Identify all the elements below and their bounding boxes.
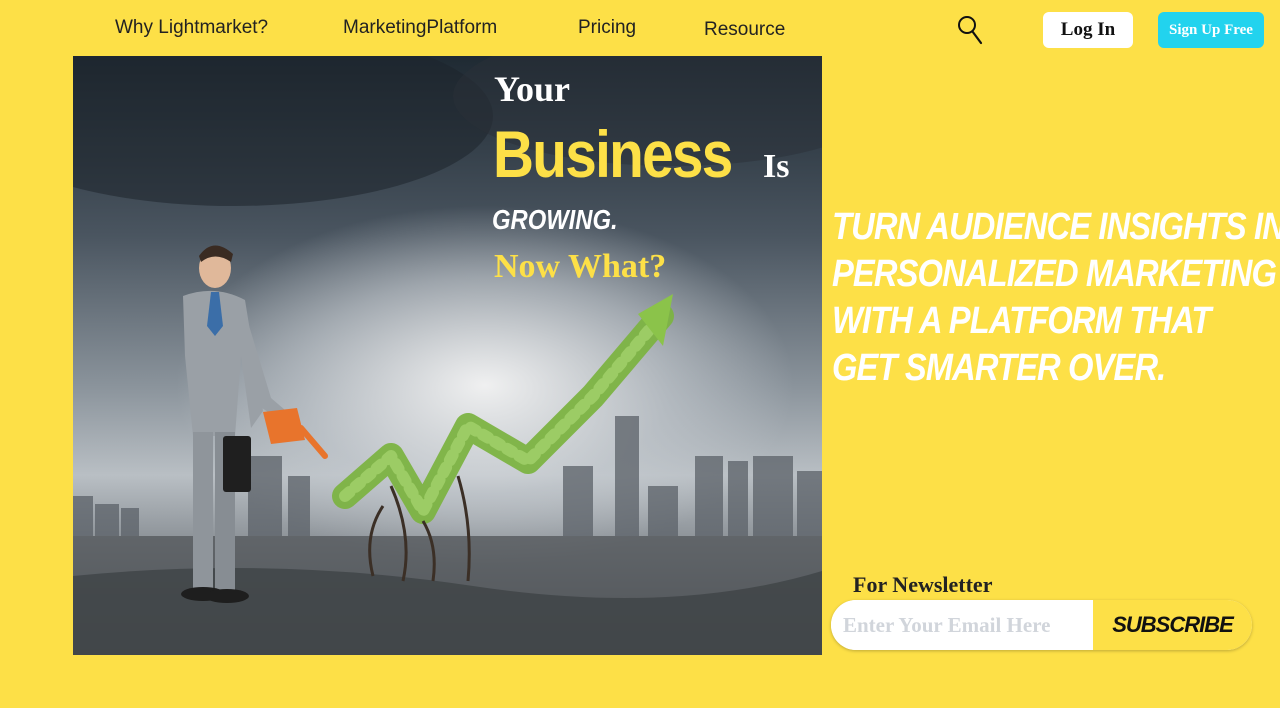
tagline-line: TURN AUDIENCE INSIGHTS INTO bbox=[832, 206, 1280, 248]
newsletter-form: SUBSCRIBE bbox=[831, 600, 1252, 650]
search-icon[interactable] bbox=[956, 14, 984, 46]
hero-heading-is: Is bbox=[763, 148, 790, 185]
hero-heading-business: Business bbox=[493, 117, 733, 191]
nav-link-pricing[interactable]: Pricing bbox=[578, 17, 636, 39]
tagline-line: WITH A PLATFORM THAT bbox=[832, 300, 1211, 342]
tagline-line: GET SMARTER OVER. bbox=[832, 347, 1166, 389]
hero-image: Your Business Is GROWING. Now What? bbox=[73, 56, 822, 655]
hero-heading-your: Your bbox=[494, 69, 571, 109]
login-button[interactable]: Log In bbox=[1043, 12, 1133, 48]
newsletter-email-input[interactable] bbox=[831, 600, 1093, 650]
signup-button[interactable]: Sign Up Free bbox=[1158, 12, 1264, 48]
nav-link-marketing-platform[interactable]: MarketingPlatform bbox=[343, 17, 497, 39]
subscribe-button[interactable]: SUBSCRIBE bbox=[1093, 600, 1252, 650]
newsletter-label: For Newsletter bbox=[853, 572, 993, 597]
hero-heading-now-what: Now What? bbox=[494, 248, 667, 285]
nav-link-resource[interactable]: Resource bbox=[704, 19, 785, 41]
tagline-line: PERSONALIZED MARKETING bbox=[832, 253, 1277, 295]
hero-heading-growing: GROWING. bbox=[492, 204, 618, 235]
tagline: TURN AUDIENCE INSIGHTS INTO PERSONALIZED… bbox=[832, 204, 1280, 392]
nav-link-why-lightmarket[interactable]: Why Lightmarket? bbox=[115, 17, 268, 39]
